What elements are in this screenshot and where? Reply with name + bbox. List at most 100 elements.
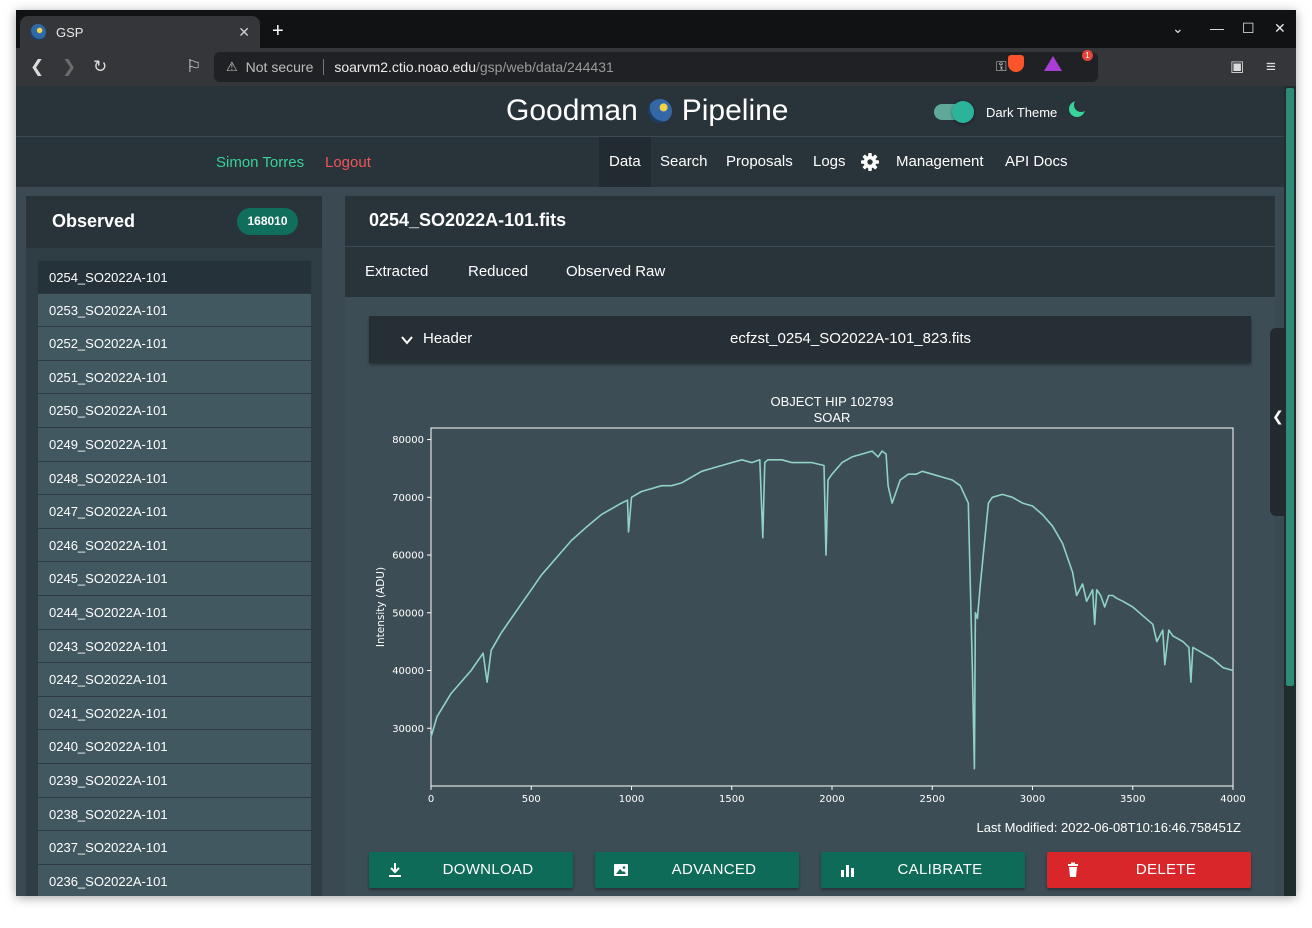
window-close-icon[interactable]: ✕ <box>1274 20 1286 37</box>
tab-close-icon[interactable]: ✕ <box>238 24 250 41</box>
main-navbar: Simon Torres Logout Data Search Proposal… <box>16 137 1284 187</box>
x-tick-label: 3500 <box>1120 794 1145 805</box>
chart-title: OBJECT HIP 102793 <box>770 394 893 409</box>
sidebar-title: Observed <box>52 211 136 231</box>
list-item[interactable]: 0243_SO2022A-101 <box>37 629 312 664</box>
chart-subtitle: SOAR <box>814 410 851 425</box>
list-item[interactable]: 0236_SO2022A-101 <box>37 864 312 896</box>
menu-icon[interactable]: ≡ <box>1266 57 1276 77</box>
x-tick-label: 2500 <box>920 794 945 805</box>
x-tick-label: 0 <box>428 794 434 805</box>
notification-badge: 1 <box>1082 50 1093 61</box>
new-tab-button[interactable]: + <box>272 20 284 43</box>
nav-logs[interactable]: Logs <box>803 137 856 187</box>
list-item[interactable]: 0241_SO2022A-101 <box>37 696 312 731</box>
advanced-button[interactable]: ADVANCED <box>595 852 799 888</box>
y-tick-label: 80000 <box>392 435 424 446</box>
gear-icon[interactable] <box>861 153 879 171</box>
back-icon[interactable]: ❮ <box>30 57 44 77</box>
spectrum-line <box>430 450 1234 770</box>
list-item[interactable]: 0239_SO2022A-101 <box>37 763 312 798</box>
brand-left: Goodman <box>506 94 638 127</box>
collapse-drawer-tab[interactable]: ❮ <box>1270 328 1286 516</box>
app-header: Goodman Pipeline Dark Theme <box>16 86 1284 136</box>
address-bar[interactable]: ⚠ Not secure soarvm2.ctio.noao.edu/gsp/w… <box>214 52 1098 82</box>
brand-right: Pipeline <box>681 94 789 127</box>
user-link[interactable]: Simon Torres <box>216 154 304 171</box>
header-label: Header <box>423 330 473 347</box>
tab-extracted[interactable]: Extracted <box>365 263 428 280</box>
plot-frame <box>430 427 1234 787</box>
url-path: /gsp/web/data/244431 <box>476 59 614 75</box>
brand[interactable]: Goodman Pipeline <box>506 94 789 128</box>
list-item[interactable]: 0249_SO2022A-101 <box>37 427 312 462</box>
dark-theme-label: Dark Theme <box>986 105 1058 120</box>
y-tick-label: 30000 <box>392 724 424 735</box>
file-title: 0254_SO2022A-101.fits <box>369 210 567 230</box>
goodman-logo-icon <box>647 99 672 123</box>
calibrate-button[interactable]: CALIBRATE <box>821 852 1025 888</box>
logout-link[interactable]: Logout <box>325 154 371 171</box>
y-axis-label: Intensity (ADU) <box>375 567 387 647</box>
y-tick-label: 40000 <box>392 666 424 677</box>
x-tick-label: 3000 <box>1020 794 1045 805</box>
browser-tab[interactable]: GSP ✕ <box>20 16 260 48</box>
toggle-knob <box>952 101 974 123</box>
list-item[interactable]: 0250_SO2022A-101 <box>37 394 312 428</box>
list-item[interactable]: 0248_SO2022A-101 <box>37 461 312 496</box>
wallet-icon[interactable]: ▣ <box>1230 57 1244 75</box>
brave-shield-icon[interactable] <box>1008 55 1024 72</box>
url-host: soarvm2.ctio.noao.edu <box>334 59 476 75</box>
list-item[interactable]: 0245_SO2022A-101 <box>37 562 312 596</box>
brave-rewards-icon[interactable] <box>1044 56 1062 71</box>
nav-proposals[interactable]: Proposals <box>716 137 803 187</box>
file-tabs: Extracted Reduced Observed Raw <box>345 247 1275 297</box>
list-item[interactable]: 0252_SO2022A-101 <box>37 327 312 361</box>
nav-management[interactable]: Management <box>886 137 994 187</box>
key-icon[interactable]: ⚿ <box>996 58 1007 75</box>
list-item[interactable]: 0254_SO2022A-101 <box>37 260 312 294</box>
y-tick-label: 70000 <box>392 493 424 504</box>
list-item[interactable]: 0244_SO2022A-101 <box>37 595 312 630</box>
list-item[interactable]: 0247_SO2022A-101 <box>37 495 312 529</box>
tab-observed-raw[interactable]: Observed Raw <box>566 263 665 280</box>
x-tick-label: 2000 <box>819 794 844 805</box>
list-item[interactable]: 0240_SO2022A-101 <box>37 730 312 764</box>
nav-search[interactable]: Search <box>650 137 718 187</box>
warning-icon: ⚠ <box>226 59 238 74</box>
sidebar-header: Observed 168010 <box>26 196 322 248</box>
nav-data[interactable]: Data <box>599 137 651 187</box>
tab-reduced[interactable]: Reduced <box>468 263 528 280</box>
main-panel: 0254_SO2022A-101.fits Extracted Reduced … <box>345 196 1275 896</box>
list-item[interactable]: 0246_SO2022A-101 <box>37 528 312 563</box>
minimize-icon[interactable]: — <box>1210 20 1224 36</box>
header-filename: ecfzst_0254_SO2022A-101_823.fits <box>730 330 972 347</box>
spectrum-chart: OBJECT HIP 102793SOAR 0 500 1000 1500 2000 250… <box>375 394 1246 805</box>
main-header: 0254_SO2022A-101.fits <box>345 196 1275 246</box>
scrollbar-thumb[interactable] <box>1286 88 1294 686</box>
dark-theme-toggle[interactable] <box>934 101 974 123</box>
calibrate-label: CALIBRATE <box>897 861 983 878</box>
delete-button[interactable]: DELETE <box>1047 852 1251 888</box>
x-tick-label: 500 <box>522 794 541 805</box>
maximize-icon[interactable]: ☐ <box>1242 20 1255 37</box>
nav-api-docs[interactable]: API Docs <box>995 137 1078 187</box>
download-button[interactable]: DOWNLOAD <box>369 852 573 888</box>
header-expander[interactable]: Header ecfzst_0254_SO2022A-101_823.fits <box>369 316 1251 363</box>
list-item[interactable]: 0253_SO2022A-101 <box>37 293 312 328</box>
page: Goodman Pipeline Dark Theme Simon Torres… <box>16 86 1284 896</box>
bookmark-icon[interactable]: ⚐ <box>186 57 201 77</box>
tab-list-chevron-icon[interactable]: ⌄ <box>1172 20 1184 37</box>
delete-label: DELETE <box>1135 861 1197 878</box>
list-item[interactable]: 0237_SO2022A-101 <box>37 831 312 865</box>
moon-icon <box>1069 100 1086 117</box>
list-item[interactable]: 0242_SO2022A-101 <box>37 663 312 697</box>
y-tick-label: 60000 <box>392 551 424 562</box>
list-item[interactable]: 0251_SO2022A-101 <box>37 360 312 395</box>
x-tick-label: 4000 <box>1220 794 1245 805</box>
observed-list: 0254_SO2022A-101 0253_SO2022A-101 0252_SO2… <box>37 260 312 896</box>
reload-icon[interactable]: ↻ <box>93 57 107 77</box>
forward-icon[interactable]: ❯ <box>62 57 76 77</box>
chevron-down-icon <box>401 336 413 345</box>
list-item[interactable]: 0238_SO2022A-101 <box>37 797 312 832</box>
